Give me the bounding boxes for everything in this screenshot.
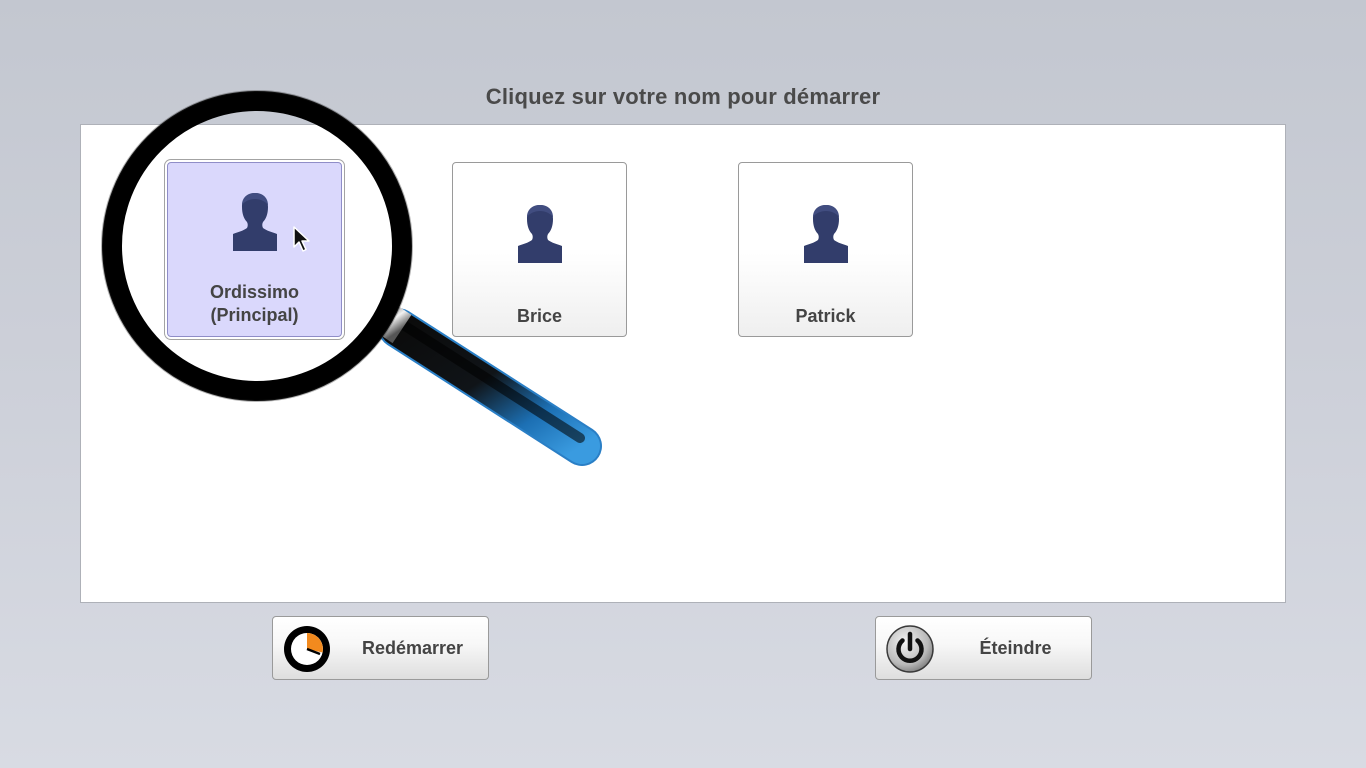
shutdown-button[interactable]: Éteindre (875, 616, 1092, 680)
power-icon (886, 625, 934, 673)
user-selection-panel: Ordissimo (Principal) Brice Patrick (80, 124, 1286, 603)
page-title: Cliquez sur votre nom pour démarrer (485, 84, 881, 109)
restart-button[interactable]: Redémarrer (272, 616, 489, 680)
user-card-brice[interactable]: Brice (452, 162, 627, 337)
user-card-patrick[interactable]: Patrick (738, 162, 913, 337)
restart-label: Redémarrer (361, 638, 464, 658)
shutdown-label: Éteindre (979, 638, 1052, 658)
restart-icon (284, 626, 330, 672)
user-name: Ordissimo (Principal) (209, 282, 300, 325)
mouse-cursor-icon (293, 226, 310, 252)
user-card-ordissimo[interactable]: Ordissimo (Principal) (167, 162, 342, 337)
user-silhouette-icon (233, 193, 277, 251)
user-name: Brice (516, 306, 563, 326)
user-silhouette-icon (518, 205, 562, 263)
user-silhouette-icon (804, 205, 848, 263)
user-name: Patrick (795, 306, 856, 326)
